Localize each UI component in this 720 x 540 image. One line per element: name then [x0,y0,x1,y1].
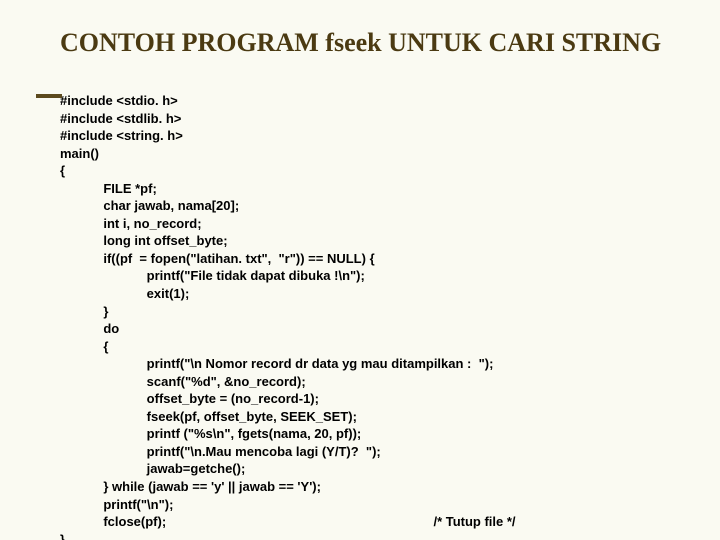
code-line: #include <stdlib. h> [60,111,181,126]
slide: CONTOH PROGRAM fseek UNTUK CARI STRING #… [0,0,720,540]
code-line: offset_byte = (no_record-1); [60,391,319,406]
code-line: { [60,339,108,354]
code-line: printf("\n"); [60,497,173,512]
code-line: FILE *pf; [60,181,157,196]
code-line: exit(1); [60,286,189,301]
code-line: main() [60,146,99,161]
code-line: #include <stdio. h> [60,93,178,108]
code-line: char jawab, nama[20]; [60,198,239,213]
code-line: int i, no_record; [60,216,202,231]
code-line: printf("\n.Mau mencoba lagi (Y/T)? "); [60,444,381,459]
slide-title: CONTOH PROGRAM fseek UNTUK CARI STRING [60,28,680,58]
code-line: printf("\n Nomor record dr data yg mau d… [60,356,493,371]
code-line: printf ("%s\n", fgets(nama, 20, pf)); [60,426,361,441]
code-line: } [60,532,65,540]
code-line: { [60,163,65,178]
code-line: printf("File tidak dapat dibuka !\n"); [60,268,365,283]
code-line: #include <string. h> [60,128,183,143]
code-line: fseek(pf, offset_byte, SEEK_SET); [60,409,357,424]
code-line: jawab=getche(); [60,461,245,476]
code-line: fclose(pf); [60,514,166,529]
code-block: #include <stdio. h> #include <stdlib. h>… [60,92,680,540]
code-line: do [60,321,119,336]
code-line: scanf("%d", &no_record); [60,374,306,389]
code-line: } [60,304,108,319]
code-comment: /* Tutup file */ [433,514,515,529]
code-line: } while (jawab == 'y' || jawab == 'Y'); [60,479,321,494]
accent-bar [36,94,62,98]
code-line: long int offset_byte; [60,233,228,248]
code-line: if((pf = fopen("latihan. txt", "r")) == … [60,251,375,266]
